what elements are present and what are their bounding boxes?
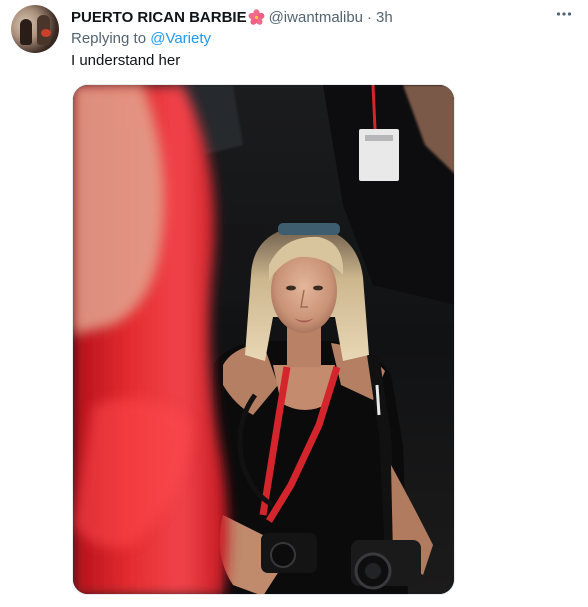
reply-mention-link[interactable]: @Variety: [150, 30, 211, 47]
tweet-card[interactable]: PUERTO RICAN BARBIE @iwantmalibu · 3h Re…: [0, 0, 588, 607]
display-name[interactable]: PUERTO RICAN BARBIE: [71, 9, 247, 26]
separator-dot: ·: [367, 8, 373, 26]
tweet-text: I understand her: [71, 52, 181, 69]
avatar-figure-left: [20, 19, 32, 45]
replying-to-label: Replying to: [71, 30, 147, 47]
hibiscus-icon: [248, 8, 265, 26]
replying-to: Replying to @Variety: [71, 30, 211, 47]
tweet-header: PUERTO RICAN BARBIE @iwantmalibu · 3h: [71, 7, 393, 27]
user-handle[interactable]: @iwantmalibu: [269, 9, 363, 26]
photo-illustration: [73, 85, 454, 594]
tweet-photo[interactable]: [72, 84, 455, 595]
avatar[interactable]: [11, 5, 59, 53]
avatar-highlight: [41, 29, 51, 37]
timestamp[interactable]: 3h: [376, 9, 393, 26]
more-icon[interactable]: [554, 4, 574, 24]
